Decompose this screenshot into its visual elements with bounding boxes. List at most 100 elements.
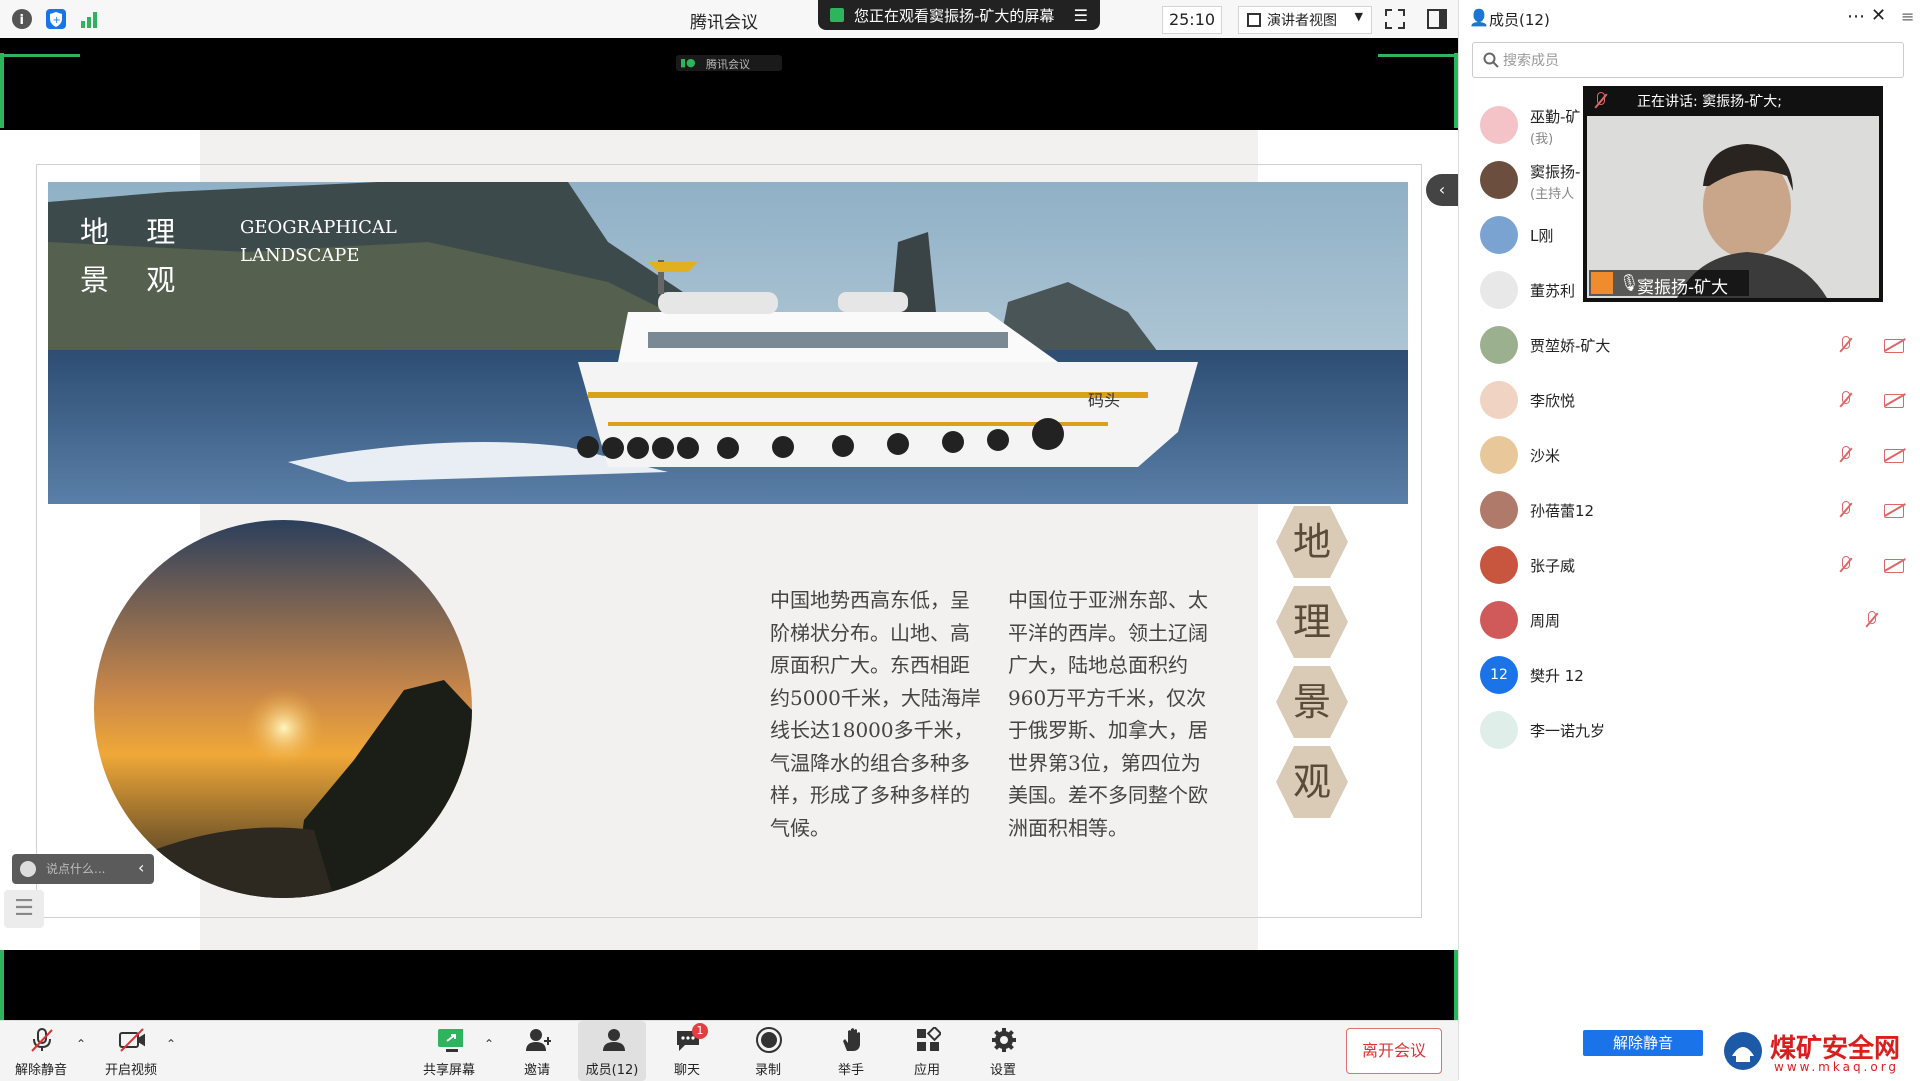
layout-icon bbox=[1247, 13, 1261, 27]
svg-text:i: i bbox=[20, 13, 24, 28]
signal-mini-icon: ▮● bbox=[680, 56, 696, 69]
members-button[interactable]: 成员(12) bbox=[578, 1021, 646, 1081]
watermark-tag: ▮● 腾讯会议 bbox=[676, 55, 782, 71]
member-row[interactable]: 李一诺九岁 bbox=[1480, 703, 1910, 758]
avatar bbox=[1480, 601, 1518, 639]
member-name: 李一诺九岁 bbox=[1530, 722, 1606, 740]
member-name: 樊升 12 bbox=[1530, 667, 1584, 685]
mic-muted-icon[interactable] bbox=[1838, 446, 1852, 464]
slide-paragraph-2: 中国位于亚洲东部、太平洋的西岸。领土辽阔广大，陆地总面积约960万平方千米，仅次… bbox=[1008, 588, 1208, 840]
close-icon[interactable]: ✕ bbox=[1871, 5, 1886, 26]
logo-emblem-icon bbox=[1724, 1032, 1762, 1070]
apps-icon bbox=[917, 1027, 941, 1051]
raise-hand-button[interactable]: 举手 bbox=[816, 1021, 886, 1081]
record-icon bbox=[756, 1027, 782, 1053]
apps-button[interactable]: 应用 bbox=[892, 1021, 962, 1081]
member-row[interactable]: 12 樊升 12 bbox=[1480, 648, 1910, 703]
chat-label: 聊天 bbox=[673, 1063, 700, 1078]
emoji-icon[interactable] bbox=[20, 861, 36, 877]
collapse-panel-button[interactable]: ‹ bbox=[1426, 174, 1458, 206]
chevron-left-icon[interactable]: ‹ bbox=[138, 858, 144, 877]
chevron-up-icon[interactable]: ⌃ bbox=[166, 1037, 176, 1051]
meeting-timer: 25:10 bbox=[1162, 6, 1222, 34]
sharing-banner-text: 您正在观看窦振扬-矿大的屏幕 bbox=[854, 7, 1055, 25]
slide-heading-en-text: GEOGRAPHICAL LANDSCAPE bbox=[240, 217, 397, 266]
mic-muted-icon[interactable] bbox=[1838, 556, 1852, 574]
invite-button[interactable]: 邀请 bbox=[502, 1021, 572, 1081]
gear-icon bbox=[992, 1028, 1016, 1052]
members-label: 成员(12) bbox=[585, 1063, 639, 1078]
video-off-icon[interactable] bbox=[1884, 339, 1904, 353]
avatar bbox=[1480, 491, 1518, 529]
members-icon: 👤 bbox=[1469, 8, 1489, 27]
avatar bbox=[1480, 711, 1518, 749]
view-mode-label: 演讲者视图 bbox=[1267, 13, 1337, 29]
member-row[interactable]: 孙蓓蕾12 bbox=[1480, 483, 1910, 538]
boat-photo: 码头 地 理 景 观 GEOGRAPHICAL LANDSCAPE bbox=[48, 182, 1408, 504]
info-icon[interactable]: i bbox=[12, 9, 32, 29]
screen-share-icon bbox=[830, 8, 844, 22]
member-role: (主持人 bbox=[1530, 187, 1575, 202]
record-button[interactable]: 录制 bbox=[733, 1021, 803, 1081]
avatar bbox=[1480, 436, 1518, 474]
slide-heading-cn-text: 地 理 景 观 bbox=[80, 215, 190, 297]
member-row[interactable]: 张子威 bbox=[1480, 538, 1910, 593]
sidebar-toggle-icon[interactable] bbox=[1426, 8, 1448, 30]
record-label: 录制 bbox=[754, 1063, 781, 1078]
member-name: 沙米 bbox=[1530, 447, 1561, 465]
chevron-up-icon[interactable]: ⌃ bbox=[76, 1037, 86, 1051]
member-row[interactable]: 李欣悦 bbox=[1480, 373, 1910, 428]
member-search-input[interactable]: 搜索成员 bbox=[1472, 42, 1904, 78]
avatar bbox=[1480, 106, 1518, 144]
start-video-button[interactable]: 开启视频 bbox=[96, 1021, 166, 1081]
mic-muted-icon[interactable] bbox=[1838, 336, 1852, 354]
view-mode-dropdown[interactable]: 演讲者视图 ▼ bbox=[1238, 6, 1372, 34]
mic-muted-icon[interactable] bbox=[1864, 611, 1878, 629]
mic-muted-icon[interactable] bbox=[1838, 391, 1852, 409]
shield-icon[interactable]: + bbox=[46, 9, 66, 29]
share-screen-button[interactable]: 共享屏幕 bbox=[414, 1021, 484, 1081]
member-name: 张子威 bbox=[1530, 557, 1576, 575]
apps-label: 应用 bbox=[913, 1063, 940, 1078]
quick-chat-bar[interactable]: 说点什么... ‹ bbox=[12, 854, 154, 884]
active-speaker-video[interactable]: 正在讲话: 窦振扬-矿大; 🎙 窦振扬-矿大 bbox=[1583, 86, 1883, 302]
settings-button[interactable]: 设置 bbox=[968, 1021, 1038, 1081]
chevron-down-icon: ▼ bbox=[1354, 10, 1363, 23]
avatar bbox=[1480, 161, 1518, 199]
video-off-icon[interactable] bbox=[1884, 559, 1904, 573]
watermark-text: 腾讯会议 bbox=[706, 58, 750, 71]
member-row[interactable]: 沙米 bbox=[1480, 428, 1910, 483]
member-row[interactable]: 贾堃娇-矿大 bbox=[1480, 318, 1910, 373]
chevron-up-icon[interactable]: ⌃ bbox=[484, 1037, 494, 1051]
members-panel-title: 成员(12) bbox=[1489, 11, 1550, 29]
panel-unmute-button[interactable]: 解除静音 bbox=[1583, 1030, 1703, 1056]
raise-hand-label: 举手 bbox=[837, 1063, 864, 1078]
list-toggle-icon[interactable]: ☰ bbox=[4, 890, 44, 928]
signal-icon[interactable] bbox=[80, 10, 100, 28]
sharing-banner[interactable]: 您正在观看窦振扬-矿大的屏幕 ☰ bbox=[818, 0, 1100, 30]
chat-button[interactable]: 1 聊天 bbox=[652, 1021, 722, 1081]
mic-muted-icon[interactable] bbox=[1838, 501, 1852, 519]
video-off-icon[interactable] bbox=[1884, 449, 1904, 463]
video-off-icon[interactable] bbox=[1884, 394, 1904, 408]
share-screen-label: 共享屏幕 bbox=[422, 1063, 475, 1078]
svg-text:+: + bbox=[53, 15, 61, 26]
sunset-photo bbox=[94, 520, 472, 898]
site-logo: 煤矿安全网 www.mkaq.org bbox=[1722, 1028, 1918, 1078]
menu-icon[interactable]: ☰ bbox=[1074, 6, 1088, 25]
leave-meeting-button[interactable]: 离开会议 bbox=[1346, 1028, 1442, 1074]
member-name: 巫勤-矿 bbox=[1530, 108, 1581, 126]
member-row[interactable]: 周周 bbox=[1480, 593, 1910, 648]
menu-icon[interactable]: ≡ bbox=[1901, 7, 1914, 26]
speaker-name: 窦振扬-矿大 bbox=[1637, 278, 1729, 298]
hand-icon bbox=[843, 1028, 860, 1051]
quick-chat-input[interactable]: 说点什么... bbox=[46, 860, 105, 877]
more-icon[interactable]: ⋯ bbox=[1847, 6, 1865, 27]
video-off-icon[interactable] bbox=[1884, 504, 1904, 518]
fullscreen-icon[interactable] bbox=[1384, 8, 1406, 30]
border-accent-left-top bbox=[0, 53, 4, 128]
unmute-button[interactable]: 解除静音 bbox=[6, 1021, 76, 1081]
top-bar: i + 腾讯会议 您正在观看窦振扬-矿大的屏幕 ☰ 25:10 演讲者视图 ▼ bbox=[0, 0, 1458, 39]
avatar: 12 bbox=[1480, 656, 1518, 694]
avatar bbox=[1480, 546, 1518, 584]
